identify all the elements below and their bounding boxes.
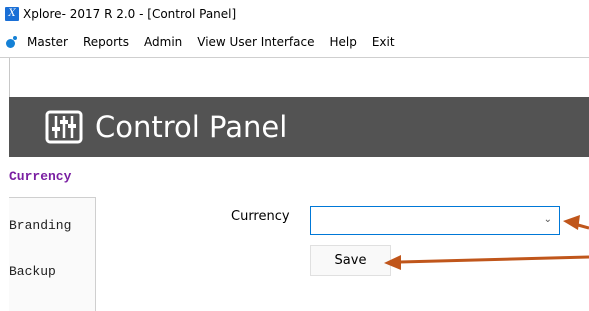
control-panel-sliders-icon bbox=[45, 110, 83, 144]
save-button[interactable]: Save bbox=[310, 245, 391, 276]
menu-admin[interactable]: Admin bbox=[144, 35, 182, 49]
panel-edge bbox=[9, 58, 10, 98]
menu-view-user-interface[interactable]: View User Interface bbox=[197, 35, 314, 49]
page-header: Control Panel bbox=[9, 97, 589, 157]
app-dot-icon[interactable] bbox=[6, 36, 18, 48]
menu-reports[interactable]: Reports bbox=[83, 35, 129, 49]
annotation-arrow-save bbox=[384, 255, 589, 270]
app-icon: X bbox=[5, 7, 19, 21]
title-bar: X Xplore- 2017 R 2.0 - [Control Panel] bbox=[0, 0, 589, 28]
sidebar-item-currency[interactable]: Currency bbox=[9, 157, 95, 197]
sidebar-item-backup[interactable]: Backup bbox=[9, 252, 95, 292]
sidebar-item-branding[interactable]: Branding bbox=[9, 206, 95, 246]
menu-master[interactable]: Master bbox=[27, 35, 68, 49]
currency-select[interactable]: ⌄ bbox=[310, 206, 560, 235]
currency-label: Currency bbox=[231, 209, 290, 224]
window-title: Xplore- 2017 R 2.0 - [Control Panel] bbox=[23, 7, 237, 21]
menu-divider bbox=[0, 57, 589, 58]
menu-help[interactable]: Help bbox=[329, 35, 356, 49]
chevron-down-icon[interactable]: ⌄ bbox=[544, 214, 552, 225]
menu-bar: Master Reports Admin View User Interface… bbox=[0, 31, 589, 53]
page-title: Control Panel bbox=[95, 110, 288, 144]
sidebar-panel: Branding Backup bbox=[9, 197, 96, 311]
menu-exit[interactable]: Exit bbox=[372, 35, 395, 49]
sidebar: Currency Branding Backup bbox=[9, 157, 96, 311]
annotation-arrow-currency bbox=[563, 215, 589, 230]
